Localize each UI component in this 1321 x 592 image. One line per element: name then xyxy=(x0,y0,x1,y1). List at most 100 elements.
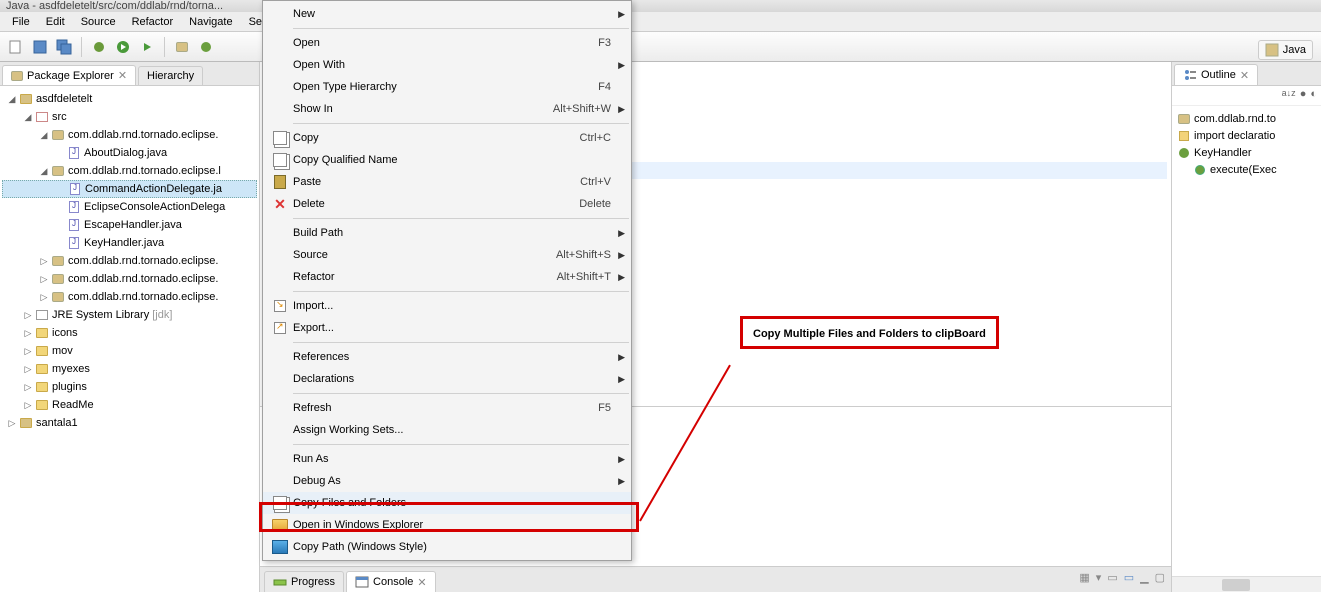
run-button[interactable] xyxy=(113,37,133,57)
jre-node[interactable]: ▷JRE System Library [jdk] xyxy=(2,306,257,324)
package-node[interactable]: ▷com.ddlab.rnd.tornado.eclipse. xyxy=(2,270,257,288)
ctx-show-in[interactable]: Show InAlt+Shift+W▶ xyxy=(263,98,631,120)
save-all-button[interactable] xyxy=(54,37,74,57)
menu-refactor[interactable]: Refactor xyxy=(124,14,182,30)
package-node[interactable]: ◢com.ddlab.rnd.tornado.eclipse. xyxy=(2,126,257,144)
package-node[interactable]: ▷com.ddlab.rnd.tornado.eclipse. xyxy=(2,252,257,270)
display-console-button[interactable]: ▭ xyxy=(1107,571,1117,584)
windows-copy-icon xyxy=(272,540,288,554)
menu-navigate[interactable]: Navigate xyxy=(181,14,240,30)
outline-imports-node[interactable]: import declaratio xyxy=(1174,127,1319,144)
folder-node[interactable]: ▷mov xyxy=(2,342,257,360)
java-file-node-selected[interactable]: CommandActionDelegate.ja xyxy=(2,180,257,198)
menu-label: Declarations xyxy=(293,373,611,385)
menu-label: Build Path xyxy=(293,227,611,239)
ctx-delete[interactable]: ✕DeleteDelete xyxy=(263,193,631,215)
ctx-debug-as[interactable]: Debug As▶ xyxy=(263,470,631,492)
tree-label: com.ddlab.rnd.tornado.eclipse.l xyxy=(68,165,221,177)
outline-class-node[interactable]: KeyHandler xyxy=(1174,144,1319,161)
ctx-open[interactable]: OpenF3 xyxy=(263,32,631,54)
java-file-node[interactable]: EclipseConsoleActionDelega xyxy=(2,198,257,216)
ctx-refresh[interactable]: RefreshF5 xyxy=(263,397,631,419)
src-node[interactable]: ◢src xyxy=(2,108,257,126)
tree-label: JRE System Library xyxy=(52,309,149,321)
folder-node[interactable]: ▷ReadMe xyxy=(2,396,257,414)
folder-node[interactable]: ▷myexes xyxy=(2,360,257,378)
paste-icon xyxy=(274,175,286,189)
filter-button[interactable]: ● xyxy=(1300,88,1307,103)
close-icon[interactable]: ✕ xyxy=(417,576,426,589)
run-last-button[interactable] xyxy=(137,37,157,57)
ctx-copy-files-and-folders[interactable]: Copy Files and Folders xyxy=(263,492,631,514)
menu-label: Open Type Hierarchy xyxy=(293,81,598,93)
java-file-node[interactable]: AboutDialog.java xyxy=(2,144,257,162)
menu-edit[interactable]: Edit xyxy=(38,14,73,30)
ctx-copy[interactable]: CopyCtrl+C xyxy=(263,127,631,149)
perspective-switcher[interactable]: Java xyxy=(1258,40,1313,60)
tab-hierarchy[interactable]: Hierarchy xyxy=(138,66,203,85)
ctx-import[interactable]: Import... xyxy=(263,295,631,317)
tab-console[interactable]: Console ✕ xyxy=(346,571,436,592)
menu-file[interactable]: File xyxy=(4,14,38,30)
tree-label: santala1 xyxy=(36,417,78,429)
new-button[interactable] xyxy=(6,37,26,57)
folder-node[interactable]: ▷icons xyxy=(2,324,257,342)
folder-node[interactable]: ▷plugins xyxy=(2,378,257,396)
ctx-new[interactable]: New▶ xyxy=(263,3,631,25)
ctx-copy-path[interactable]: Copy Path (Windows Style) xyxy=(263,536,631,558)
ctx-references[interactable]: References▶ xyxy=(263,346,631,368)
package-node[interactable]: ◢com.ddlab.rnd.tornado.eclipse.l xyxy=(2,162,257,180)
menu-accelerator: F4 xyxy=(598,81,611,93)
outline-package-node[interactable]: com.ddlab.rnd.to xyxy=(1174,110,1319,127)
menu-separator xyxy=(293,123,629,124)
menu-separator xyxy=(293,393,629,394)
new-package-button[interactable] xyxy=(172,37,192,57)
tab-progress[interactable]: Progress xyxy=(264,571,344,592)
ctx-assign-working-sets[interactable]: Assign Working Sets... xyxy=(263,419,631,441)
outline-tree[interactable]: com.ddlab.rnd.to import declaratio KeyHa… xyxy=(1172,106,1321,576)
submenu-arrow-icon: ▶ xyxy=(618,9,625,20)
menu-accelerator: Alt+Shift+S xyxy=(556,249,611,261)
java-file-node[interactable]: KeyHandler.java xyxy=(2,234,257,252)
close-icon[interactable]: ✕ xyxy=(118,69,127,82)
package-node[interactable]: ▷com.ddlab.rnd.tornado.eclipse. xyxy=(2,288,257,306)
console-icon xyxy=(355,575,369,589)
ctx-source[interactable]: SourceAlt+Shift+S▶ xyxy=(263,244,631,266)
ctx-run-as[interactable]: Run As▶ xyxy=(263,448,631,470)
ctx-build-path[interactable]: Build Path▶ xyxy=(263,222,631,244)
tab-outline[interactable]: Outline ✕ xyxy=(1174,64,1258,85)
import-icon xyxy=(274,300,286,312)
hide-button[interactable]: ◐ xyxy=(1310,88,1317,103)
outline-method-node[interactable]: execute(Exec xyxy=(1174,161,1319,178)
ctx-paste[interactable]: PasteCtrl+V xyxy=(263,171,631,193)
ctx-open-with[interactable]: Open With▶ xyxy=(263,54,631,76)
max-button[interactable]: ▢ xyxy=(1155,571,1165,584)
sort-button[interactable]: a↓z xyxy=(1282,88,1296,103)
outline-scrollbar[interactable] xyxy=(1172,576,1321,592)
menu-source[interactable]: Source xyxy=(73,14,124,30)
debug-button[interactable] xyxy=(89,37,109,57)
ctx-open-type-hierarchy[interactable]: Open Type HierarchyF4 xyxy=(263,76,631,98)
tab-package-explorer[interactable]: Package Explorer ✕ xyxy=(2,65,136,85)
tree-label: com.ddlab.rnd.to xyxy=(1194,113,1276,125)
pin-console-button[interactable]: ▾ xyxy=(1096,571,1102,584)
new-class-button[interactable] xyxy=(196,37,216,57)
clear-console-button[interactable]: ▦ xyxy=(1079,571,1089,584)
scrollbar-thumb[interactable] xyxy=(1222,579,1250,591)
ctx-declarations[interactable]: Declarations▶ xyxy=(263,368,631,390)
open-console-button[interactable]: ▭ xyxy=(1124,571,1134,584)
submenu-arrow-icon: ▶ xyxy=(618,272,625,283)
ctx-copy-qualified-name[interactable]: Copy Qualified Name xyxy=(263,149,631,171)
project-node[interactable]: ◢asdfdeletelt xyxy=(2,90,257,108)
ctx-open-windows-explorer[interactable]: Open in Windows Explorer xyxy=(263,514,631,536)
save-button[interactable] xyxy=(30,37,50,57)
min-button[interactable]: ▁ xyxy=(1140,571,1148,584)
java-file-node[interactable]: EscapeHandler.java xyxy=(2,216,257,234)
project-node[interactable]: ▷santala1 xyxy=(2,414,257,432)
ctx-export[interactable]: Export... xyxy=(263,317,631,339)
ctx-refactor[interactable]: RefactorAlt+Shift+T▶ xyxy=(263,266,631,288)
close-icon[interactable]: ✕ xyxy=(1240,69,1249,82)
package-explorer-tree[interactable]: ◢asdfdeletelt ◢src ◢com.ddlab.rnd.tornad… xyxy=(0,86,259,592)
main-toolbar xyxy=(0,32,1321,62)
tree-label: com.ddlab.rnd.tornado.eclipse. xyxy=(68,255,218,267)
